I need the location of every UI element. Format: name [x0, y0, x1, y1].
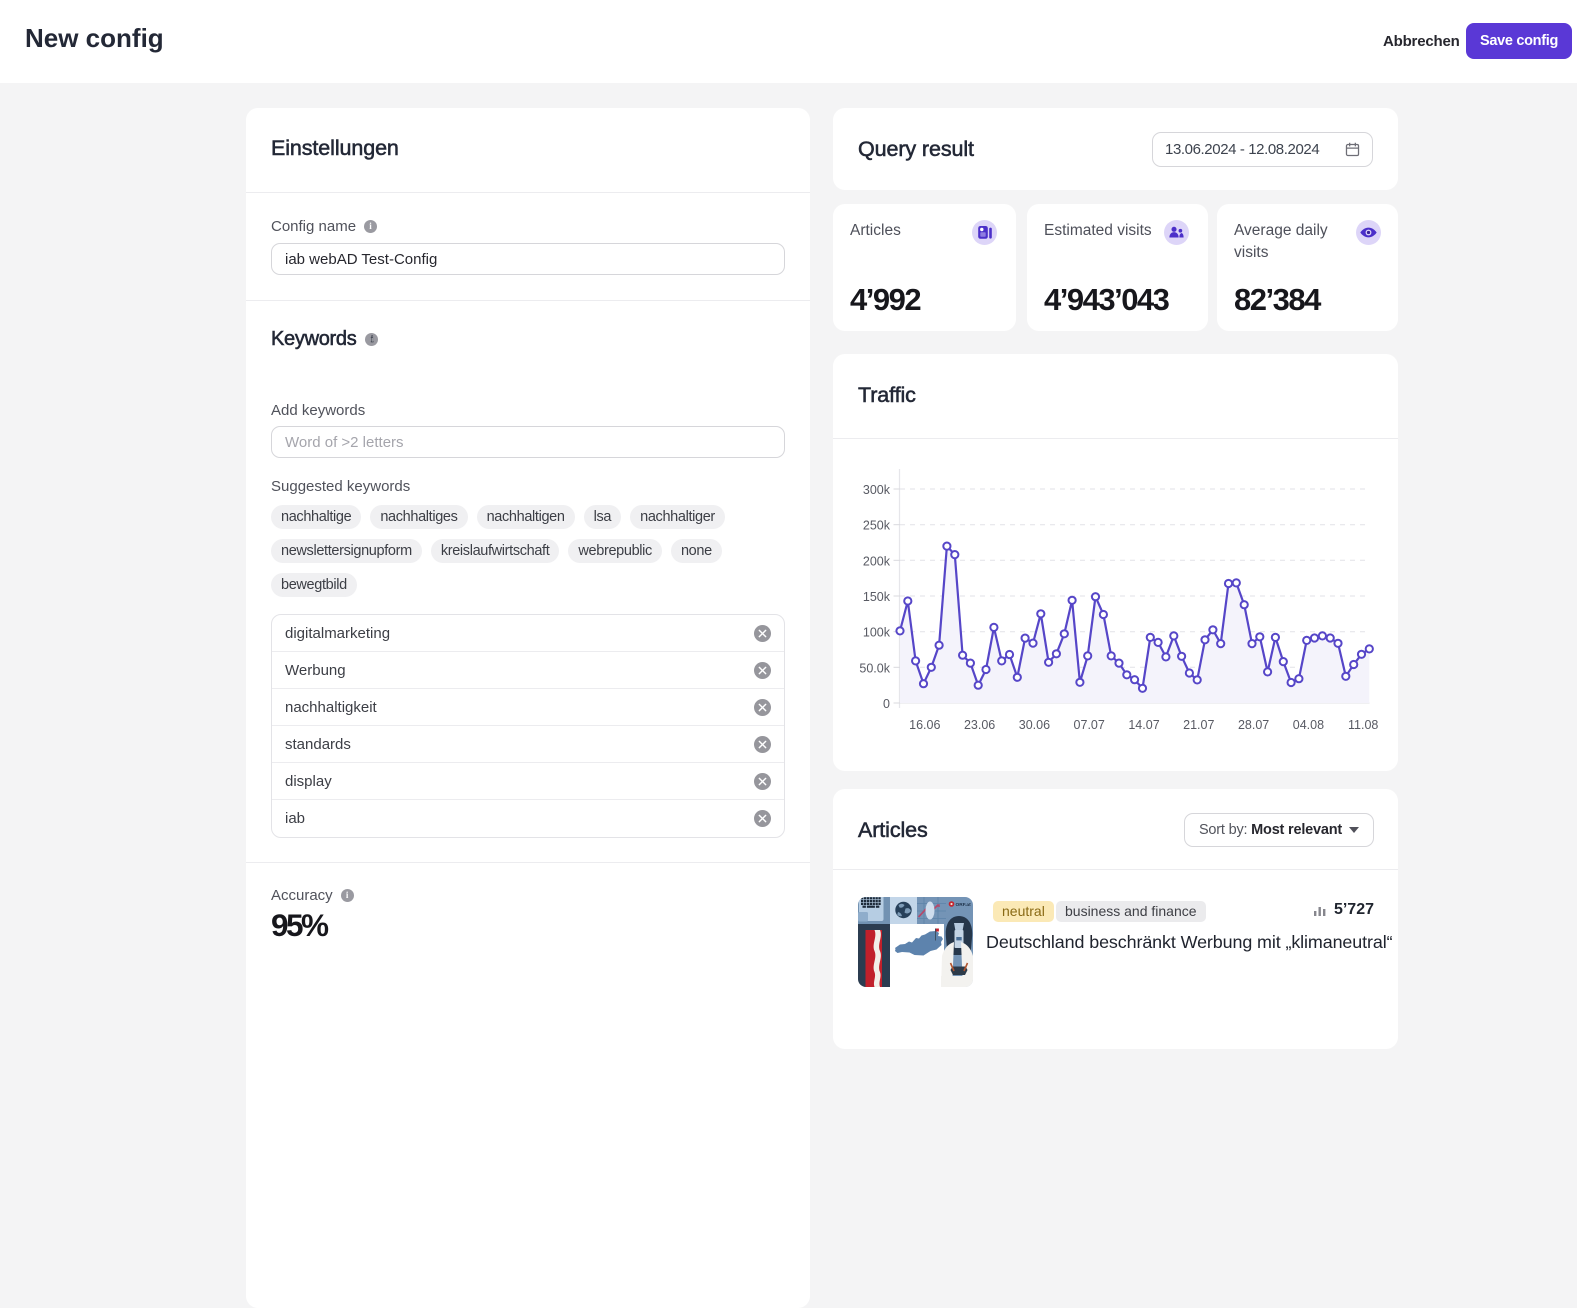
svg-text:28.07: 28.07: [1238, 718, 1269, 732]
svg-text:200k: 200k: [863, 554, 891, 568]
svg-text:30.06: 30.06: [1019, 718, 1050, 732]
svg-text:300k: 300k: [863, 483, 891, 497]
svg-text:250k: 250k: [863, 519, 891, 533]
svg-text:150k: 150k: [863, 590, 891, 604]
svg-text:100k: 100k: [863, 626, 891, 640]
svg-text:0: 0: [883, 697, 890, 711]
svg-text:04.08: 04.08: [1293, 718, 1324, 732]
svg-text:16.06: 16.06: [909, 718, 940, 732]
svg-text:07.07: 07.07: [1074, 718, 1105, 732]
svg-text:ORF.at: ORF.at: [956, 902, 972, 908]
svg-text:50.0k: 50.0k: [859, 661, 890, 675]
svg-text:11.08: 11.08: [1348, 718, 1378, 732]
svg-text:14.07: 14.07: [1128, 718, 1159, 732]
svg-text:23.06: 23.06: [964, 718, 995, 732]
svg-text:21.07: 21.07: [1183, 718, 1214, 732]
